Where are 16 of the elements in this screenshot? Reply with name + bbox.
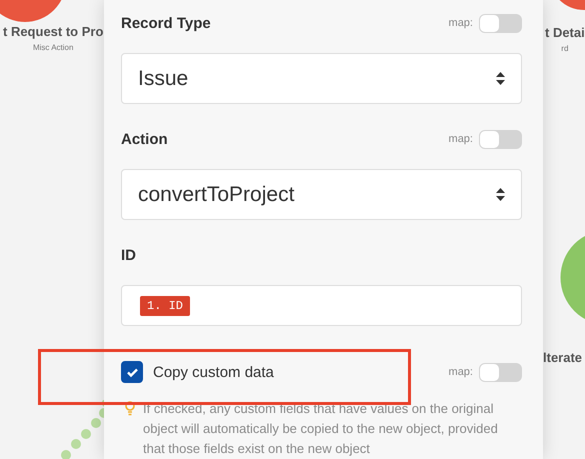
field-label: Record Type bbox=[121, 14, 211, 32]
field-label: Action bbox=[121, 130, 168, 148]
input-field[interactable]: 1. ID bbox=[121, 285, 522, 326]
module-sublabel: Misc Action bbox=[32, 43, 74, 52]
checkbox-label: Copy custom data bbox=[153, 364, 274, 380]
module-label: t Request to Pro bbox=[3, 24, 104, 39]
field-label: ID bbox=[121, 246, 136, 264]
select-field[interactable]: convertToProject bbox=[121, 169, 522, 220]
map-label: map: bbox=[448, 133, 473, 145]
mapped-token[interactable]: 1. ID bbox=[140, 296, 190, 316]
module-label: lterate bbox=[543, 350, 582, 365]
map-label: map: bbox=[448, 17, 473, 29]
map-label: map: bbox=[448, 366, 473, 378]
module-sublabel: rd bbox=[561, 44, 568, 53]
select-field[interactable]: Issue bbox=[121, 53, 522, 104]
module-label: t Detai bbox=[545, 25, 585, 40]
